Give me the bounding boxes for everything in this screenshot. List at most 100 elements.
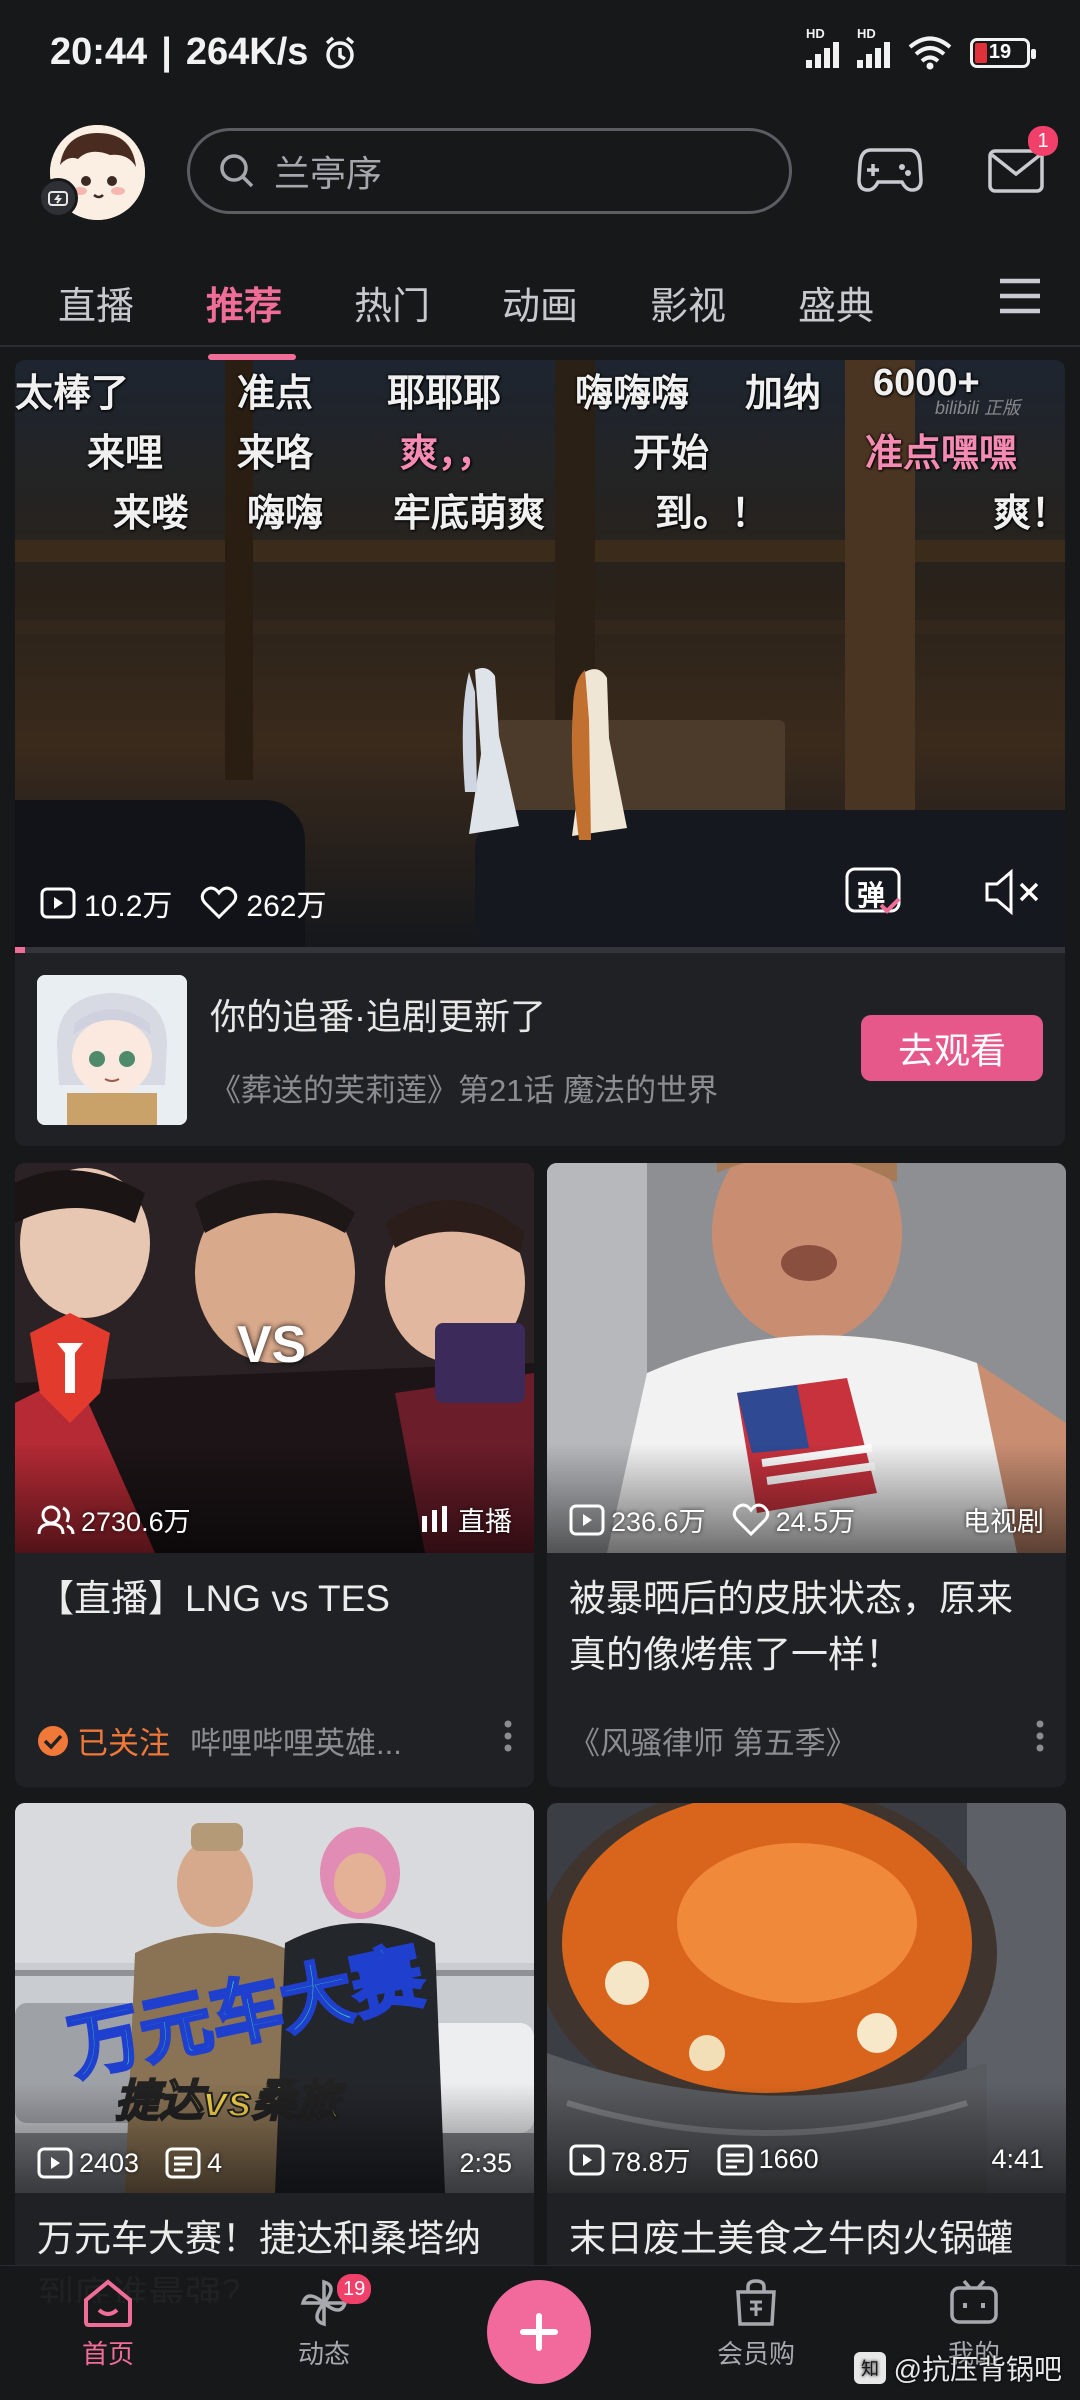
author-name: 哔哩哔哩英雄... bbox=[190, 1726, 402, 1761]
dynamic-badge: 19 bbox=[337, 2274, 372, 2304]
zhihu-icon: 知 bbox=[853, 2352, 886, 2384]
alarm-icon bbox=[326, 36, 355, 69]
watch-now-button[interactable]: 去观看 bbox=[861, 1015, 1043, 1081]
play-count-icon bbox=[569, 2144, 605, 2175]
live-bars-icon bbox=[422, 1505, 447, 1532]
tab-gala[interactable]: 盛典 bbox=[798, 275, 946, 330]
like-icon bbox=[201, 886, 238, 920]
category-tag: 电视剧 bbox=[963, 1507, 1044, 1537]
video-cover: 万元车大赛 捷达vs桑旅 2403 4 2:35 bbox=[15, 1803, 534, 2193]
comment-icon bbox=[717, 2144, 753, 2175]
more-options-icon[interactable] bbox=[502, 1719, 514, 1753]
hero-stats: 10.2万 262万 bbox=[40, 881, 326, 925]
danmaku-text: 嗨嗨嗨 bbox=[575, 373, 690, 415]
home-icon bbox=[84, 2279, 132, 2327]
danmaku-toggle-button[interactable]: 弹 bbox=[845, 865, 905, 917]
video-card[interactable]: 78.8万 1660 4:41 末日废土美食之牛肉火锅罐 bbox=[547, 1803, 1066, 2303]
danmaku-text: 来喽 bbox=[113, 493, 190, 535]
menu-icon[interactable] bbox=[998, 276, 1042, 316]
like-count: 24.5万 bbox=[775, 1507, 856, 1537]
video-card[interactable]: 236.6万 24.5万 电视剧 被暴晒后的皮肤状态，原来真的像烤焦了一样！ 《… bbox=[547, 1163, 1066, 1787]
publish-button[interactable] bbox=[487, 2280, 591, 2384]
video-title: 【直播】LNG vs TES bbox=[37, 1578, 390, 1619]
comment-count: 4 bbox=[207, 2147, 223, 2178]
battery-icon: 19 bbox=[970, 37, 1036, 68]
signal-icon: HD bbox=[806, 26, 839, 68]
svg-text:知: 知 bbox=[861, 2359, 879, 2380]
bilibili-watermark: bilibili 正版 bbox=[935, 398, 1021, 418]
check-circle-icon bbox=[38, 1725, 68, 1756]
message-badge: 1 bbox=[1028, 126, 1058, 156]
like-icon bbox=[732, 1503, 769, 1536]
danmaku-text: 准点嘿嘿 bbox=[865, 433, 1018, 475]
search-placeholder: 兰亭序 bbox=[274, 153, 383, 194]
video-cover: VS 2730.6万 直播 bbox=[15, 1163, 534, 1553]
video-cover: 78.8万 1660 4:41 bbox=[547, 1803, 1066, 2193]
danmaku-text: 爽，， bbox=[400, 433, 496, 475]
video-stats: 236.6万 24.5万 电视剧 bbox=[569, 1500, 1044, 1539]
wifi-icon bbox=[908, 36, 952, 69]
status-time: 20:44 bbox=[50, 31, 148, 73]
search-input[interactable]: 兰亭序 bbox=[187, 128, 792, 214]
play-count-icon bbox=[40, 887, 76, 919]
play-count-icon bbox=[569, 1504, 605, 1535]
live-status-icon bbox=[38, 178, 78, 218]
danmaku-text: 太棒了 bbox=[15, 373, 130, 415]
tab-recommend[interactable]: 推荐 bbox=[206, 275, 354, 360]
game-controller-icon[interactable] bbox=[857, 140, 923, 196]
danmaku-text: 到。！ bbox=[655, 493, 770, 535]
followed-badge: 已关注 bbox=[37, 1718, 170, 1763]
video-stats: 78.8万 1660 4:41 bbox=[569, 2140, 1044, 2179]
hero-video-player[interactable]: 太棒了 准点 耶耶耶 嗨嗨嗨 加纳 6000+ 来哩 来咯 爽，， 开始 准点嘿… bbox=[15, 360, 1065, 950]
danmaku-text: 爽！ bbox=[993, 493, 1065, 535]
danmaku-text: 耶耶耶 bbox=[387, 373, 502, 415]
nav-home[interactable]: 首页 bbox=[38, 2278, 178, 2371]
hero-play-count: 10.2万 bbox=[84, 890, 173, 923]
category-tabs: 直播 推荐 热门 动画 影视 盛典 bbox=[0, 260, 1080, 360]
tab-hot[interactable]: 热门 bbox=[354, 275, 502, 330]
shopping-bag-icon bbox=[736, 2279, 776, 2326]
tab-live[interactable]: 直播 bbox=[58, 275, 206, 330]
tv-icon bbox=[950, 2279, 998, 2324]
video-cover: 236.6万 24.5万 电视剧 bbox=[547, 1163, 1066, 1553]
more-options-icon[interactable] bbox=[1034, 1719, 1046, 1753]
follow-update-card[interactable]: 你的追番·追剧更新了 《葬送的芙莉莲》第21话 魔法的世界 去观看 bbox=[15, 953, 1065, 1146]
danmaku-text: 加纳 bbox=[745, 373, 822, 415]
viewer-count: 2730.6万 bbox=[81, 1507, 191, 1537]
vs-text: VS bbox=[237, 1316, 307, 1374]
signal-icon: HD bbox=[857, 26, 890, 68]
video-stats: 2730.6万 直播 bbox=[37, 1500, 512, 1539]
danmaku-text: 来咯 bbox=[237, 433, 314, 475]
tab-anime[interactable]: 动画 bbox=[502, 275, 650, 330]
tab-film[interactable]: 影视 bbox=[650, 275, 798, 330]
hero-like-count: 262万 bbox=[246, 890, 327, 923]
video-card[interactable]: VS 2730.6万 直播 【直播】LNG vs TES 已关注 哔哩哔哩英雄.… bbox=[15, 1163, 534, 1787]
anime-characters-scene bbox=[462, 668, 627, 840]
source-name: 《风骚律师 第五季》 bbox=[569, 1726, 857, 1761]
comment-count: 1660 bbox=[758, 2144, 819, 2174]
plus-icon bbox=[520, 2313, 558, 2351]
comment-icon bbox=[165, 2147, 201, 2179]
nav-dynamic[interactable]: 动态 bbox=[254, 2278, 394, 2371]
viewers-icon bbox=[37, 1505, 75, 1534]
video-duration: 2:35 bbox=[459, 2147, 512, 2178]
play-count-icon bbox=[37, 2147, 73, 2179]
anime-thumbnail bbox=[37, 975, 187, 1125]
search-icon bbox=[220, 154, 254, 188]
danmaku-text: 牢底萌爽 bbox=[393, 493, 546, 535]
mute-icon[interactable] bbox=[983, 868, 1043, 916]
video-stats: 2403 4 2:35 bbox=[37, 2147, 512, 2179]
top-header: 兰亭序 1 bbox=[0, 120, 1080, 230]
video-title: 末日废土美食之牛肉火锅罐 bbox=[569, 2218, 1013, 2259]
video-title: 被暴晒后的皮肤状态，原来真的像烤焦了一样！ bbox=[569, 1578, 1013, 1675]
play-count: 236.6万 bbox=[611, 1507, 706, 1537]
status-network-speed: 264K/s bbox=[185, 31, 309, 73]
live-tag: 直播 bbox=[458, 1507, 512, 1537]
nav-vip-shop[interactable]: 会员购 bbox=[686, 2278, 826, 2371]
video-card[interactable]: 万元车大赛 捷达vs桑旅 2403 4 2:35 万元车大赛！捷达和桑塔纳到底谁… bbox=[15, 1803, 534, 2303]
follow-card-subtitle: 《葬送的芙莉莲》第21话 魔法的世界 bbox=[210, 1073, 719, 1108]
danmaku-text: 来哩 bbox=[87, 433, 164, 475]
divider bbox=[0, 345, 1080, 347]
source-watermark: 知 @抗压背锅吧 bbox=[853, 2348, 1062, 2388]
danmaku-text: 开始 bbox=[633, 433, 710, 475]
